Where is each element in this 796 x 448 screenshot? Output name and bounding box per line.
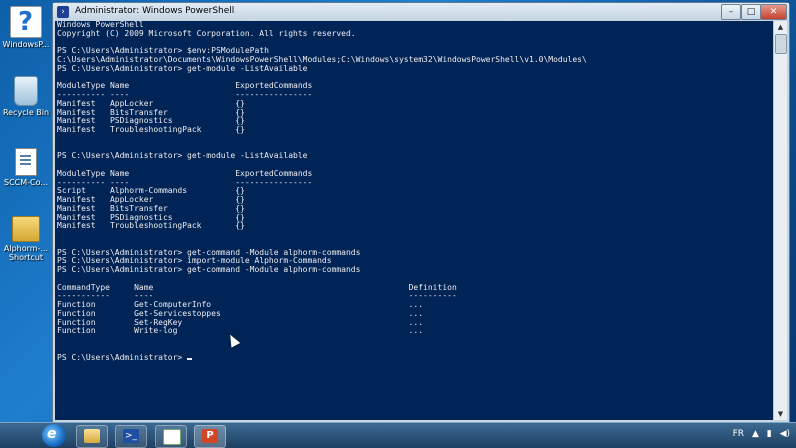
console-line: Manifest TroubleshootingPack {} xyxy=(57,221,245,231)
console-line: Manifest PSDiagnostics {} xyxy=(57,212,245,222)
console-output[interactable]: Windows PowerShell Copyright (C) 2009 Mi… xyxy=(55,21,773,420)
console-line: PS C:\Users\Administrator> xyxy=(57,352,188,362)
console-line: Function Get-Servicestoppes ... xyxy=(57,308,424,318)
console-line: Function Set-RegKey ... xyxy=(57,317,424,327)
taskbar-explorer-button[interactable] xyxy=(76,425,108,448)
console-line: Manifest BitsTransfer {} xyxy=(57,107,245,117)
desktop-icon-sccm[interactable]: SCCM-Co... xyxy=(0,148,52,187)
window-title: Administrator: Windows PowerShell xyxy=(75,6,235,16)
scroll-down-arrow-icon[interactable]: ▼ xyxy=(774,408,787,420)
close-button[interactable]: ✕ xyxy=(760,4,787,20)
desktop-icon-alphorm-shortcut[interactable]: Alphorm-... Shortcut xyxy=(0,216,52,262)
vertical-scrollbar[interactable]: ▲ ▼ xyxy=(773,21,787,420)
desktop-icon-windowsps[interactable]: WindowsP... xyxy=(0,6,52,49)
folder-shortcut-icon xyxy=(12,216,40,242)
console-line: Function Get-ComputerInfo ... xyxy=(57,300,424,309)
scroll-thumb[interactable] xyxy=(775,34,787,54)
powerpoint-icon: P xyxy=(202,429,218,443)
document-icon xyxy=(15,148,37,176)
help-icon xyxy=(10,6,42,38)
console-line: ModuleType Name ExportedCommands xyxy=(57,168,313,178)
taskbar-powershell-button[interactable]: >_ xyxy=(115,425,147,448)
show-hidden-icons-icon[interactable]: ▲ xyxy=(752,429,759,439)
console-line: PS C:\Users\Administrator> get-module -L… xyxy=(57,151,308,161)
recycle-bin-icon xyxy=(14,76,38,106)
console-line: C:\Users\Administrator\Documents\Windows… xyxy=(57,55,587,64)
text-cursor xyxy=(187,357,193,360)
console-line: ---------- ---- ---------------- xyxy=(57,177,313,187)
console-line: Manifest TroubleshootingPack {} xyxy=(57,125,245,134)
console-line: PS C:\Users\Administrator> get-command -… xyxy=(57,247,361,257)
console-line: Manifest AppLocker {} xyxy=(57,98,245,108)
console-line: Function Write-log ... xyxy=(57,326,424,336)
powershell-window: › Administrator: Windows PowerShell – □ … xyxy=(52,2,790,424)
desktop-icon-recycle-bin[interactable]: Recycle Bin xyxy=(0,76,52,117)
console-line: Manifest PSDiagnostics {} xyxy=(57,116,245,126)
console-line: PS C:\Users\Administrator> get-module -L… xyxy=(57,63,308,73)
console-line: ModuleType Name ExportedCommands xyxy=(57,81,313,91)
start-orb-icon: e xyxy=(47,426,57,442)
console-line: PS C:\Users\Administrator> $env:PSModule… xyxy=(57,46,269,56)
desktop-icon-label: WindowsP... xyxy=(2,40,50,49)
console-text: Windows PowerShell Copyright (C) 2009 Mi… xyxy=(55,21,773,362)
console-line: Manifest AppLocker {} xyxy=(57,195,245,204)
console-line: Copyright (C) 2009 Microsoft Corporation… xyxy=(57,28,356,38)
network-icon[interactable]: ▮ xyxy=(767,429,772,439)
maximize-button[interactable]: □ xyxy=(741,4,761,20)
title-bar[interactable]: › Administrator: Windows PowerShell – □ … xyxy=(53,3,789,21)
powershell-icon: › xyxy=(57,6,69,18)
console-line: PS C:\Users\Administrator> get-command -… xyxy=(57,265,361,274)
document-icon xyxy=(163,429,181,445)
desktop-icon-label: SCCM-Co... xyxy=(3,178,48,187)
folder-icon xyxy=(84,429,100,443)
scroll-up-arrow-icon[interactable]: ▲ xyxy=(774,21,787,33)
volume-icon[interactable]: ◀) xyxy=(780,429,790,439)
powershell-icon: >_ xyxy=(123,429,139,443)
desktop-icon-label: Recycle Bin xyxy=(2,108,50,117)
taskbar: e >_ P FR ▲ ▮ ◀) xyxy=(0,422,796,448)
console-line: ----------- ---- ---------- xyxy=(57,291,457,301)
console-line: ---------- ---- ---------------- xyxy=(57,90,313,99)
desktop-icon-label: Alphorm-... Shortcut xyxy=(3,244,49,262)
start-button[interactable]: e xyxy=(42,424,66,447)
taskbar-powerpoint-button[interactable]: P xyxy=(194,425,226,448)
system-tray: FR ▲ ▮ ◀) xyxy=(728,429,790,439)
minimize-button[interactable]: – xyxy=(721,4,741,20)
console-line: PS C:\Users\Administrator> import-module… xyxy=(57,256,332,266)
console-line: Manifest BitsTransfer {} xyxy=(57,203,245,213)
language-indicator[interactable]: FR xyxy=(733,429,744,439)
console-line: Script Alphorm-Commands {} xyxy=(57,186,245,196)
taskbar-document-button[interactable] xyxy=(155,425,187,448)
console-line: CommandType Name Definition xyxy=(57,282,457,292)
